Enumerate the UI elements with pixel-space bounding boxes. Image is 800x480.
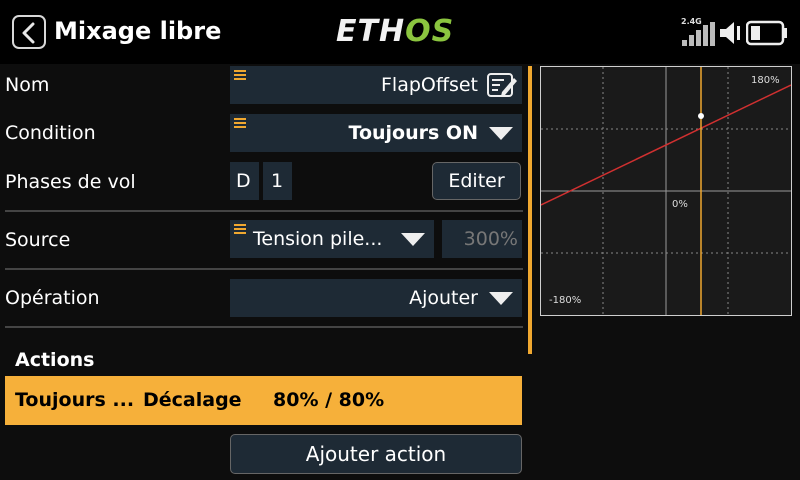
action-row[interactable]: Toujours ... Décalage 80% / 80%: [5, 376, 522, 425]
phase-box-1[interactable]: 1: [263, 162, 292, 200]
mix-curve-graph: 180% 0% -180%: [540, 66, 792, 316]
operation-value: Ajouter: [409, 287, 478, 309]
back-button[interactable]: [12, 15, 46, 49]
scrollbar[interactable]: [528, 66, 532, 354]
dropdown-arrow-icon: [489, 127, 513, 140]
edit-marker-icon: [234, 70, 246, 82]
edit-marker-icon: [234, 118, 246, 130]
action-value: 80% / 80%: [273, 389, 385, 411]
source-percent-field[interactable]: 300%: [442, 220, 522, 258]
condition-label: Condition: [5, 122, 96, 144]
battery-icon: [746, 20, 787, 46]
graph-label-bottom: -180%: [549, 295, 581, 306]
volume-icon: [720, 22, 740, 44]
name-value: FlapOffset: [381, 74, 478, 96]
divider: [5, 268, 523, 270]
flight-phases-label: Phases de vol: [5, 171, 136, 193]
operation-label: Opération: [5, 287, 100, 309]
chevron-left-icon: [22, 22, 35, 44]
keyboard-edit-icon: [487, 73, 517, 97]
source-value: Tension pile...: [253, 228, 383, 250]
condition-dropdown[interactable]: Toujours ON: [230, 114, 522, 152]
source-dropdown[interactable]: Tension pile...: [230, 220, 434, 258]
name-field[interactable]: FlapOffset: [230, 66, 522, 104]
actions-title: Actions: [15, 349, 95, 371]
ethos-logo: ETHOS: [336, 14, 455, 49]
header-bar: Mixage libre ETHOS 2.4G: [0, 0, 800, 64]
action-condition: Toujours ...: [15, 389, 135, 411]
add-action-button[interactable]: Ajouter action: [230, 434, 522, 474]
edit-phases-button[interactable]: Editer: [432, 162, 521, 200]
edit-marker-icon: [234, 224, 246, 236]
cursor-point: [698, 113, 704, 119]
condition-value: Toujours ON: [348, 122, 478, 144]
action-type: Décalage: [143, 389, 242, 411]
name-label: Nom: [5, 74, 50, 96]
graph-label-top: 180%: [751, 75, 780, 86]
source-percent-value: 300%: [463, 228, 518, 250]
operation-dropdown[interactable]: Ajouter: [230, 279, 522, 317]
dropdown-arrow-icon: [401, 233, 425, 246]
center-axes: [541, 67, 791, 315]
divider: [5, 326, 523, 328]
dropdown-arrow-icon: [489, 292, 513, 305]
page-title: Mixage libre: [54, 17, 222, 45]
signal-strength-icon: [682, 22, 715, 46]
source-label: Source: [5, 229, 71, 251]
graph-label-center: 0%: [672, 199, 688, 210]
divider: [5, 210, 523, 212]
phase-box-d[interactable]: D: [230, 162, 259, 200]
